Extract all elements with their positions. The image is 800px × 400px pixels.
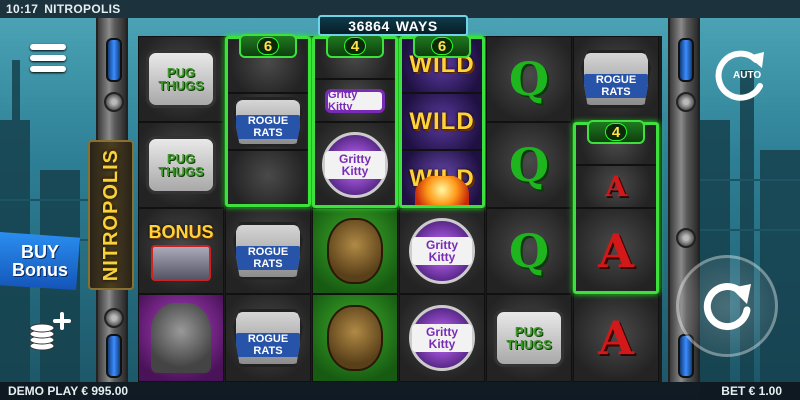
game-title: NITROPOLIS [44,2,121,16]
symbol-beetle [312,208,398,294]
reel-5: Q Q Q PUG THUGS [486,36,572,382]
clock: 10:17 [6,2,39,16]
symbol-character-cat [138,294,224,382]
reel-height-badge: 4 [587,120,645,144]
symbol-q: Q [486,36,572,122]
reel-4: WILD WILD WILD Gritty Kitty Gritty Kitty… [399,34,485,382]
bolt-decoration [676,92,696,112]
reel-grid: PUG THUGS PUG THUGS BONUS ROGUE RATS ROG… [138,34,662,382]
bolt-decoration [104,308,124,328]
symbol-gritty-kitty: Gritty Kitty [312,79,398,122]
symbol-q: Q [486,122,572,208]
symbol-rogue-rats: ROGUE RATS [573,36,659,122]
tube-decoration [106,334,122,378]
symbol-a: A [573,208,659,294]
symbol-gritty-kitty: Gritty Kitty [399,294,485,382]
bet-display[interactable]: BET € 1.00 [721,384,782,398]
spin-button[interactable] [676,255,778,357]
game-logo: NITROPOLIS [88,140,134,290]
symbol-rogue-rats: ROGUE RATS [225,294,311,382]
symbol-rogue-rats: ROGUE RATS [225,207,311,294]
symbol-rogue-rats: ROGUE RATS [225,93,311,150]
symbol-pug-thugs: PUG THUGS [486,294,572,382]
balance-display: DEMO PLAY € 995.00 [8,384,129,398]
symbol-wild: WILD [399,93,485,150]
coins-add-icon[interactable] [26,310,74,352]
symbol-bonus: BONUS [138,208,224,294]
menu-icon[interactable] [30,44,66,78]
symbol-pug-thugs: PUG THUGS [138,36,224,122]
reel-height-badge: 6 [239,34,297,58]
bottom-bar: DEMO PLAY € 995.00 BET € 1.00 [0,382,800,400]
reel-2: ROGUE RATS ROGUE RATS ROGUE RATS 6 [225,34,311,382]
tube-decoration [106,38,122,82]
reel-6: ROGUE RATS A A A 4 [573,36,659,382]
symbol-a: A [573,165,659,208]
ways-count: 36864 [348,17,390,34]
buy-bonus-label-line2: Bonus [12,260,68,280]
ways-label: WAYS [395,17,438,34]
bolt-decoration [104,92,124,112]
symbol-beetle [312,294,398,382]
explosion-graphic [399,176,485,208]
symbol-rogue-rats [225,150,311,207]
reel-height-badge: 4 [326,34,384,58]
symbol-gritty-kitty: Gritty Kitty [399,208,485,294]
symbol-q: Q [486,208,572,294]
symbol-pug-thugs: PUG THUGS [138,122,224,208]
buy-bonus-button[interactable]: BUY Bonus [0,232,80,290]
reel-3: Gritty Kitty Gritty Kitty 4 [312,34,398,382]
symbol-gritty-kitty: Gritty Kitty [312,122,398,208]
symbol-a: A [573,294,659,382]
reel-1: PUG THUGS PUG THUGS BONUS [138,36,224,382]
buy-bonus-label-line1: BUY [20,242,59,262]
autoplay-label: AUTO [733,70,762,81]
bolt-decoration [676,228,696,248]
tube-decoration [678,38,694,82]
reel-height-badge: 6 [413,34,471,58]
ways-counter: 36864 WAYS [318,15,468,36]
spin-icon [703,283,751,331]
